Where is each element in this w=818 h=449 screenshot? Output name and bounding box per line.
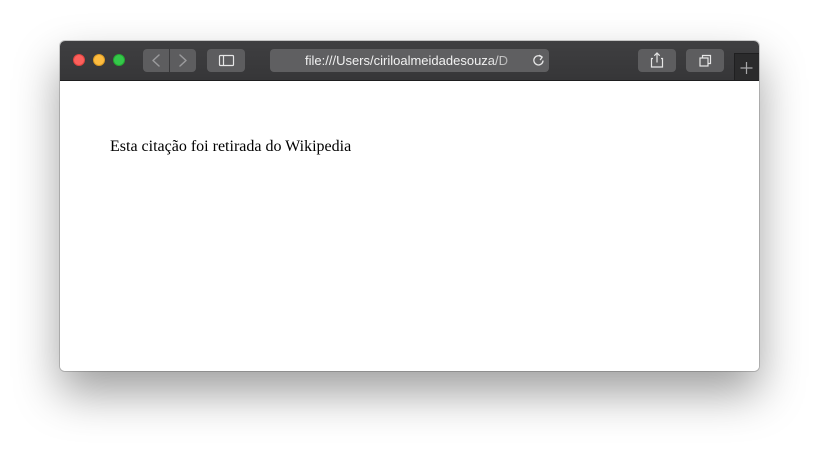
address-bar[interactable]: file:///Users/ciriloalmeidadesouza/D [270,49,549,72]
chevron-right-icon [179,54,187,67]
share-icon [650,52,664,68]
close-button[interactable] [73,54,85,66]
quote-text: Esta citação foi retirada do Wikipedia [110,138,352,155]
chevron-left-icon [152,54,160,67]
sidebar-button[interactable] [207,49,245,72]
new-tab-button[interactable] [734,53,759,80]
page-content: Esta citação foi retirada do Wikipedia [60,81,759,371]
reload-icon[interactable] [532,54,545,67]
sidebar-icon [218,54,235,67]
browser-window: file:///Users/ciriloalmeidadesouza/D Est… [60,41,759,371]
browser-toolbar: file:///Users/ciriloalmeidadesouza/D [60,41,759,81]
back-button[interactable] [143,49,169,72]
tab-overview-icon [699,54,712,67]
forward-button[interactable] [170,49,196,72]
url-text[interactable]: file:///Users/ciriloalmeidadesouza/D [305,53,533,68]
tab-overview-button[interactable] [686,49,724,72]
share-button[interactable] [638,49,676,72]
zoom-button[interactable] [113,54,125,66]
plus-icon [740,62,753,74]
minimize-button[interactable] [93,54,105,66]
